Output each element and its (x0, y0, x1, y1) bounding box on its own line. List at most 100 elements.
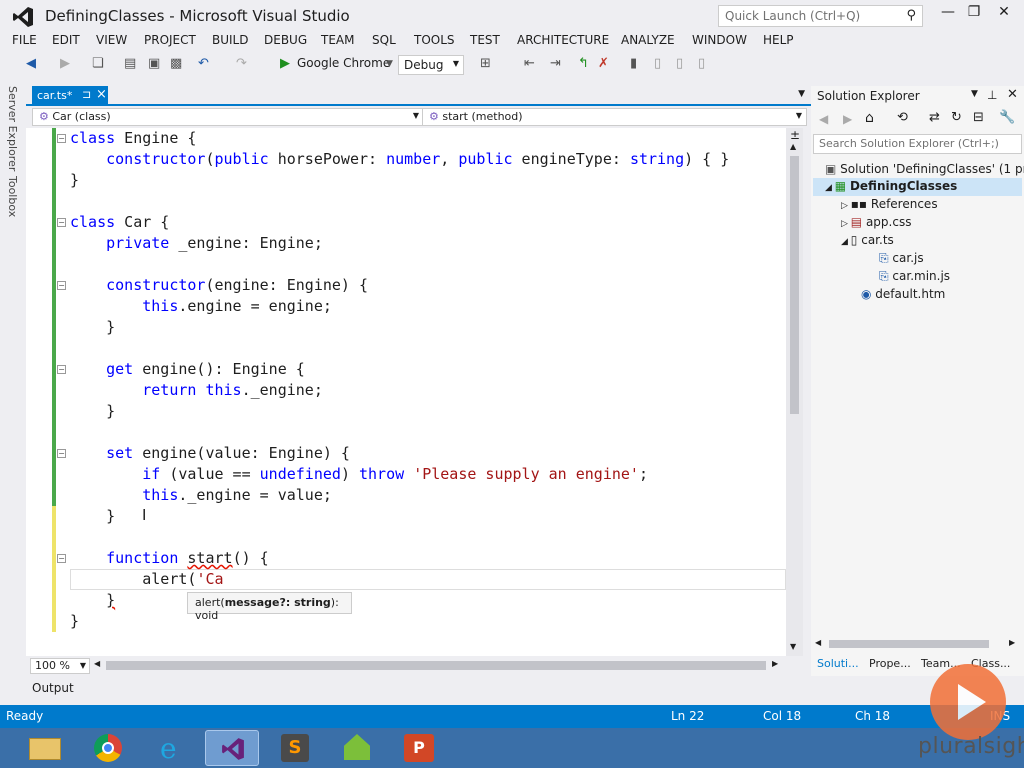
internet-explorer-icon[interactable]: e (146, 730, 200, 766)
menu-view[interactable]: VIEW (96, 33, 127, 47)
chrome-icon[interactable] (82, 730, 136, 766)
menu-tools[interactable]: TOOLS (414, 33, 455, 47)
menu-file[interactable]: FILE (12, 33, 37, 47)
scroll-thumb[interactable] (829, 640, 989, 648)
close-button[interactable]: ✕ (988, 4, 1020, 26)
code-editor[interactable]: − − − − − − class Engine { constructor(p… (26, 128, 786, 656)
menu-project[interactable]: PROJECT (144, 33, 196, 47)
play-button-icon[interactable] (930, 664, 1006, 740)
start-debugging-icon[interactable]: ▶ (280, 56, 290, 71)
save-icon[interactable]: ▣ (148, 56, 160, 71)
pluralsight-logo: pluralsight (918, 734, 1024, 759)
tab-solution-explorer[interactable]: Soluti... (817, 657, 859, 670)
solution-search-input[interactable]: Search Solution Explorer (Ctrl+;) (813, 134, 1022, 154)
fold-toggle[interactable]: − (57, 554, 66, 563)
zoom-select[interactable]: 100 % ▼ (30, 658, 90, 674)
status-char: Ch 18 (855, 709, 891, 723)
tab-car-ts[interactable]: car.ts* ⊐ × (32, 86, 108, 106)
save-all-icon[interactable]: ▩ (170, 56, 182, 71)
home-app-icon[interactable] (330, 730, 384, 766)
scroll-up-icon[interactable]: ▲ (790, 142, 796, 151)
sync-icon[interactable]: ⇄ (929, 110, 940, 125)
menu-help[interactable]: HELP (763, 33, 794, 47)
type-selector[interactable]: ⚙ Car (class) ▼ (32, 108, 424, 126)
pin-icon[interactable]: ⊥ (987, 88, 997, 102)
tree-item-car-min-js[interactable]: ⎘ car.min.js (879, 269, 950, 284)
scroll-down-icon[interactable]: ▼ (790, 642, 796, 651)
indent-icon[interactable]: ⇥ (550, 56, 561, 71)
tree-item-app-css[interactable]: ▷ ▤ app.css (841, 215, 911, 229)
open-file-icon[interactable]: ▤ (124, 56, 136, 71)
scroll-right-icon[interactable]: ▶ (1009, 638, 1015, 647)
tree-item-car-js[interactable]: ⎘ car.js (879, 251, 924, 266)
output-panel-tab[interactable]: Output (26, 680, 816, 702)
undo-icon[interactable]: ↶ (198, 56, 209, 71)
sublime-text-icon[interactable]: S (268, 730, 322, 766)
run-target-button[interactable]: Google Chrome (297, 56, 390, 70)
file-explorer-icon[interactable] (18, 730, 72, 766)
outdent-icon[interactable]: ⇤ (524, 56, 535, 71)
forward-icon[interactable]: ▶ (60, 56, 70, 71)
menu-edit[interactable]: EDIT (52, 33, 80, 47)
scroll-right-icon[interactable]: ▶ (772, 659, 778, 668)
prev-bookmark-icon[interactable]: ▯ (654, 56, 661, 71)
tree-item-references[interactable]: ▷ ▪▪ References (841, 197, 938, 211)
home-icon[interactable]: ⌂ (865, 110, 874, 126)
menu-team[interactable]: TEAM (321, 33, 354, 47)
visual-studio-taskbar-icon[interactable] (205, 730, 259, 766)
member-selector[interactable]: ⚙ start (method) ▼ (422, 108, 807, 126)
back-icon[interactable]: ◀ (819, 112, 828, 126)
menu-window[interactable]: WINDOW (692, 33, 747, 47)
configuration-select[interactable]: Debug ▼ (398, 55, 464, 75)
redo-icon[interactable]: ↷ (236, 56, 247, 71)
toolbox-tab[interactable]: Toolbox (6, 176, 19, 217)
close-icon[interactable]: × (96, 87, 107, 102)
fold-toggle[interactable]: − (57, 218, 66, 227)
back-icon[interactable]: ◀ (26, 56, 36, 71)
menu-test[interactable]: TEST (470, 33, 500, 47)
refresh-icon[interactable]: ↻ (951, 110, 962, 125)
quick-launch-input[interactable]: Quick Launch (Ctrl+Q) ⚲ (718, 5, 923, 27)
tree-item-solution[interactable]: ▣ Solution 'DefiningClasses' (1 proj (825, 162, 1024, 176)
scroll-left-icon[interactable]: ◀ (94, 659, 100, 668)
pin-icon[interactable]: ⊐ (82, 88, 91, 101)
menu-architecture[interactable]: ARCHITECTURE (517, 33, 609, 47)
fold-toggle[interactable]: − (57, 281, 66, 290)
next-bookmark-icon[interactable]: ▯ (676, 56, 683, 71)
ts-file-icon: ▯ (850, 233, 862, 247)
fold-toggle[interactable]: − (57, 134, 66, 143)
tree-item-default-htm[interactable]: ◉ default.htm (861, 287, 945, 301)
collapse-all-icon[interactable]: ⊟ (973, 110, 984, 125)
chevron-down-icon[interactable]: ▼ (386, 59, 393, 69)
server-explorer-tab[interactable]: Server Explorer (6, 86, 19, 171)
clear-bookmarks-icon[interactable]: ▯ (698, 56, 705, 71)
history-icon[interactable]: ⟲ (897, 110, 908, 125)
new-project-icon[interactable]: ❏ (92, 56, 104, 71)
split-icon[interactable]: ± (790, 128, 800, 142)
editor-vertical-scrollbar[interactable]: ± ▲ ▼ (786, 128, 803, 656)
horizontal-scroll-thumb[interactable] (106, 661, 766, 670)
menu-sql[interactable]: SQL (372, 33, 396, 47)
fold-toggle[interactable]: − (57, 365, 66, 374)
properties-icon[interactable]: 🔧 (999, 110, 1015, 125)
menu-debug[interactable]: DEBUG (264, 33, 307, 47)
menu-build[interactable]: BUILD (212, 33, 248, 47)
fold-toggle[interactable]: − (57, 449, 66, 458)
tree-item-project[interactable]: ◢ ▦ DefiningClasses (813, 178, 1022, 196)
close-icon[interactable]: ✕ (1007, 87, 1018, 102)
powerpoint-icon[interactable]: P (392, 730, 446, 766)
bookmark-icon[interactable]: ▮ (630, 56, 637, 71)
se-horizontal-scrollbar[interactable]: ◀ ▶ (813, 638, 1022, 650)
scroll-thumb[interactable] (790, 156, 799, 414)
uncomment-icon[interactable]: ✗ (598, 56, 609, 71)
chevron-down-icon[interactable]: ▼ (798, 89, 805, 99)
chevron-down-icon[interactable]: ▼ (971, 89, 978, 99)
comment-icon[interactable]: ↰ (578, 56, 589, 71)
tab-properties[interactable]: Prope... (869, 657, 911, 670)
tree-item-car-ts[interactable]: ◢ ▯ car.ts (841, 233, 894, 247)
restore-button[interactable]: ❐ (958, 4, 990, 26)
find-icon[interactable]: ⊞ (480, 56, 491, 71)
menu-analyze[interactable]: ANALYZE (621, 33, 675, 47)
scroll-left-icon[interactable]: ◀ (815, 638, 821, 647)
forward-icon[interactable]: ▶ (843, 112, 852, 126)
